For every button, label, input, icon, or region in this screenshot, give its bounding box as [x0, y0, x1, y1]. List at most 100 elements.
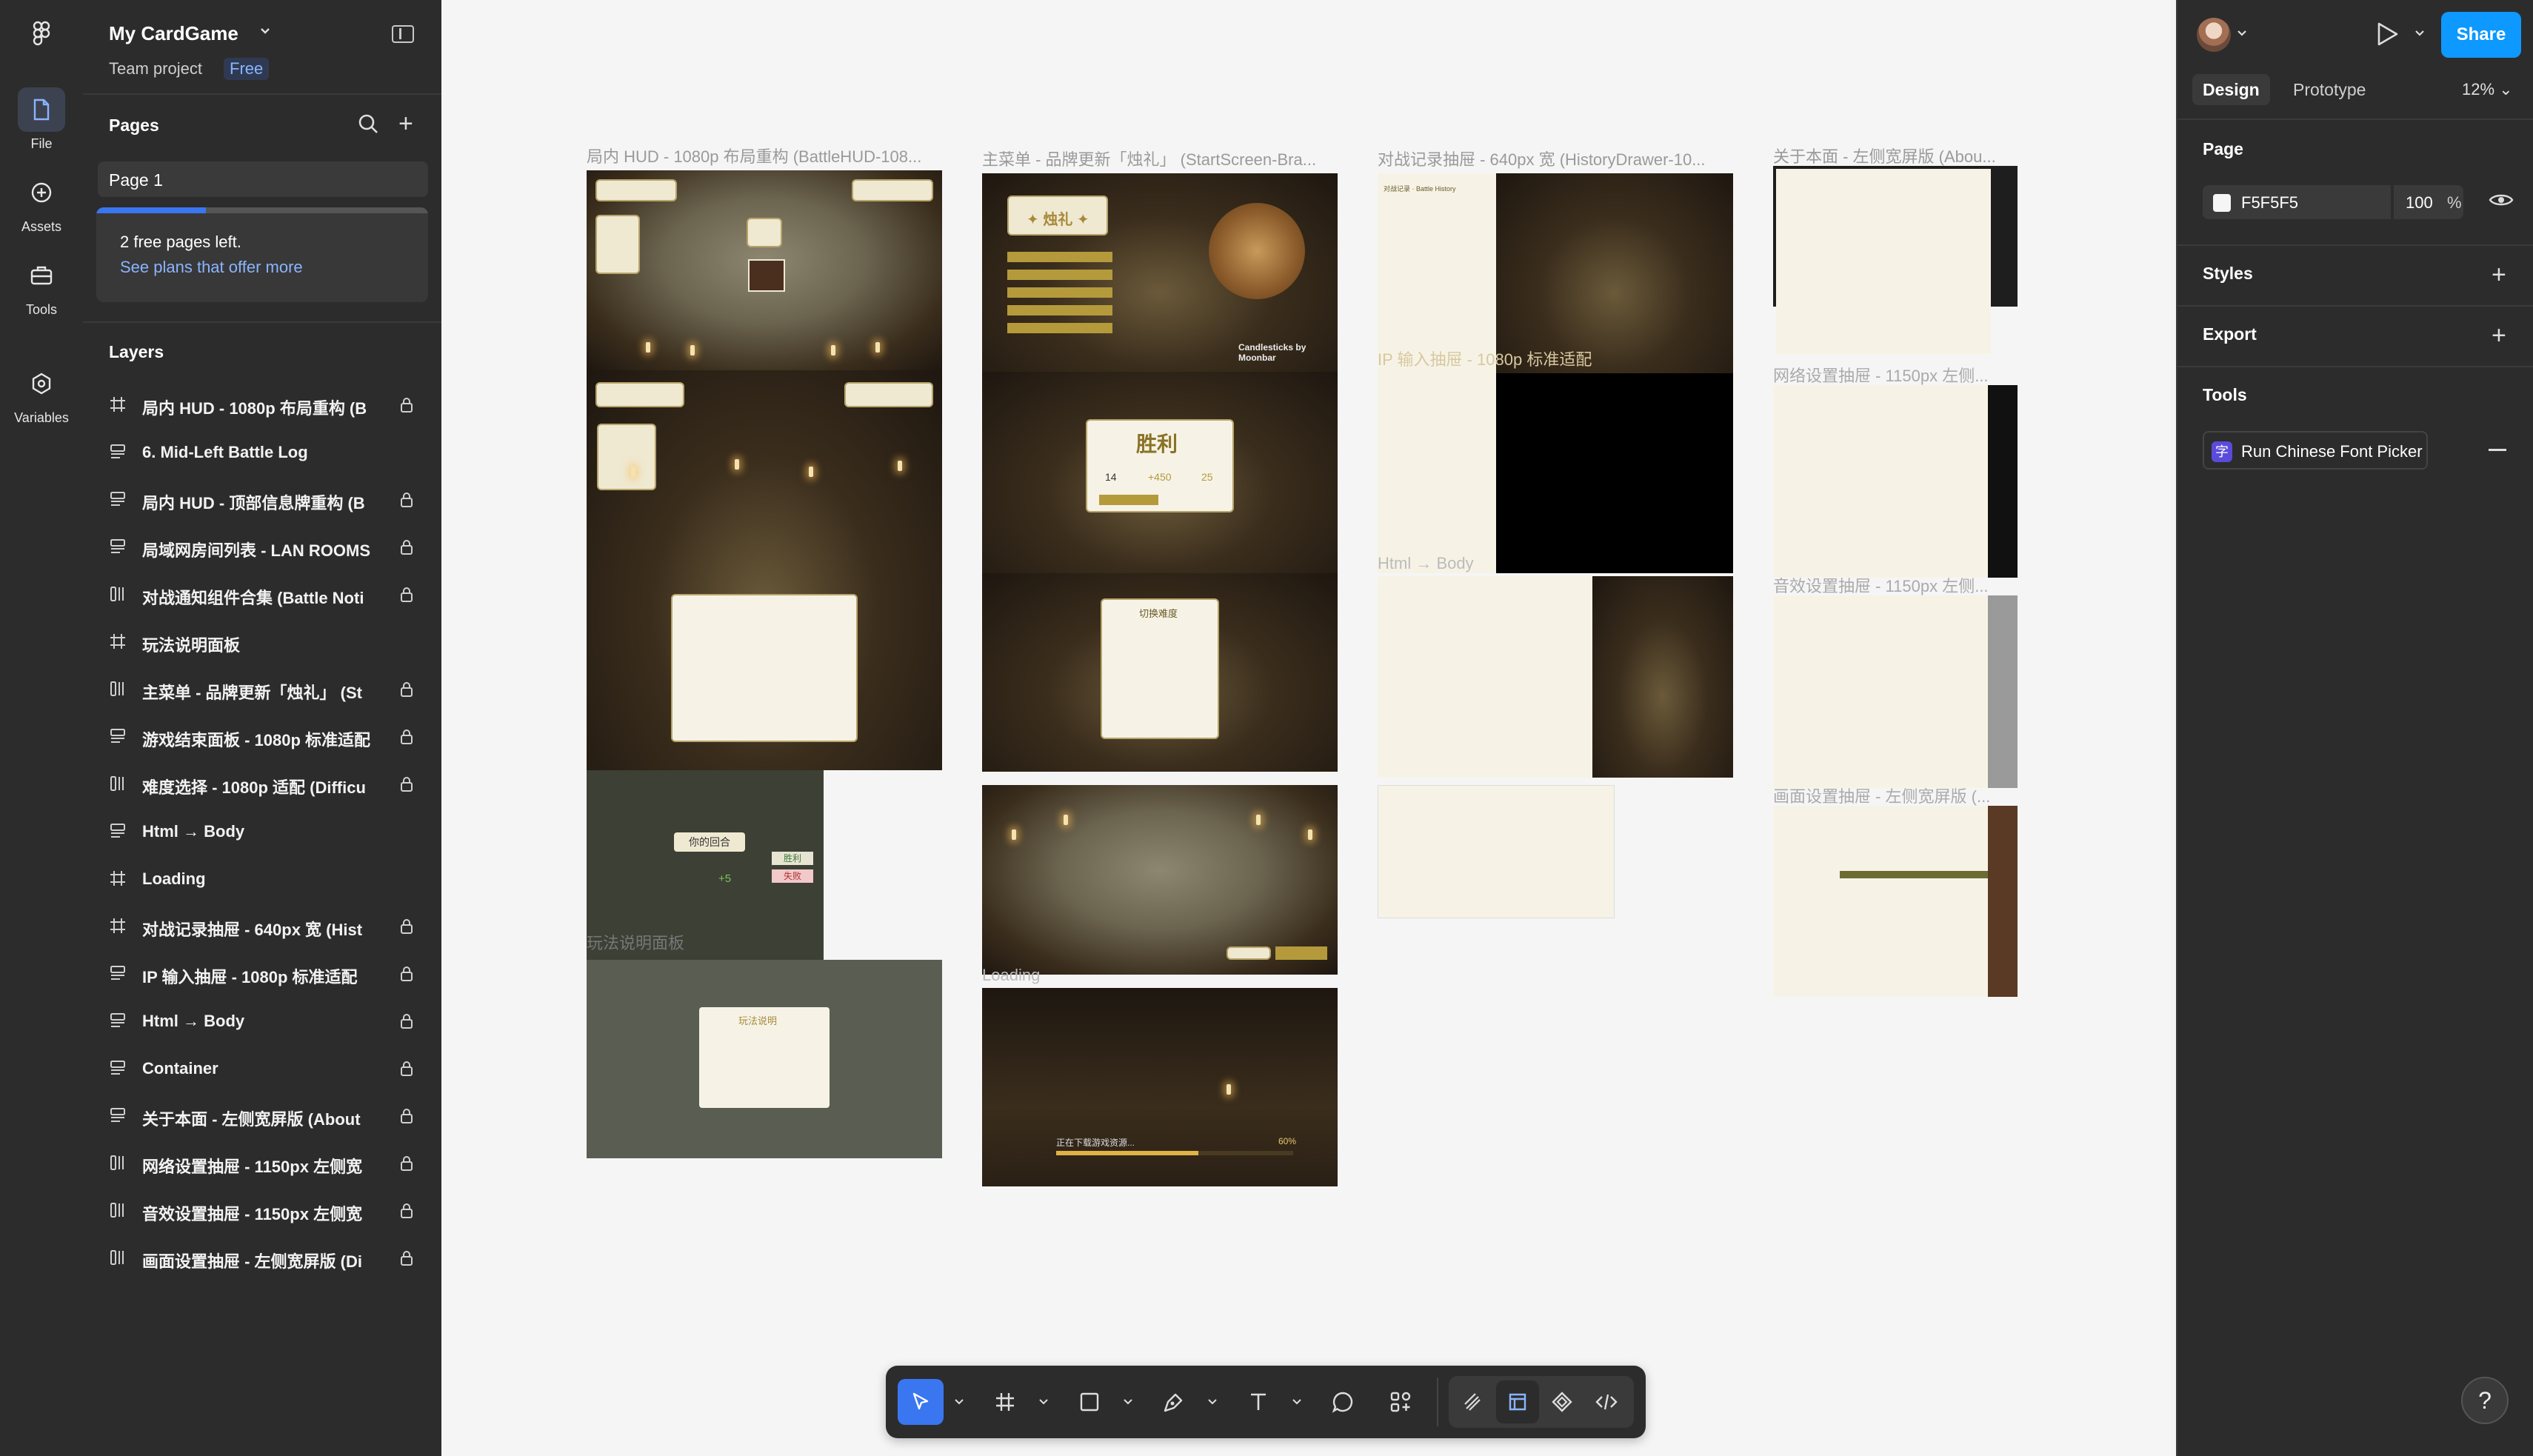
- lock-icon[interactable]: [400, 1013, 413, 1033]
- layer-item[interactable]: 对战记录抽屉 - 640px 宽 (Hist: [109, 911, 435, 941]
- frame-settings-table[interactable]: [1378, 785, 1615, 918]
- shape-tool[interactable]: [1067, 1379, 1112, 1425]
- lock-icon[interactable]: [400, 1155, 413, 1175]
- chevron-down-icon[interactable]: [1038, 1398, 1049, 1406]
- layer-item[interactable]: Container: [109, 1053, 435, 1083]
- tab-design[interactable]: Design: [2192, 74, 2270, 105]
- layer-item[interactable]: 主菜单 - 品牌更新「烛礼」 (St: [109, 674, 435, 704]
- sidebar-toggle-icon[interactable]: [392, 25, 414, 43]
- pen-tool[interactable]: [1151, 1379, 1197, 1425]
- plan-badge[interactable]: Free: [224, 58, 270, 80]
- frame-label[interactable]: 网络设置抽屉 - 1150px 左侧...: [1773, 363, 1995, 387]
- layer-item[interactable]: 游戏结束面板 - 1080p 标准适配: [109, 721, 435, 751]
- layer-item[interactable]: 局内 HUD - 1080p 布局重构 (B: [109, 390, 435, 419]
- see-plans-link[interactable]: See plans that offer more: [120, 258, 303, 277]
- lock-icon[interactable]: [400, 587, 413, 607]
- layer-item[interactable]: 音效设置抽屉 - 1150px 左侧宽: [109, 1195, 435, 1225]
- layer-item[interactable]: Html → Body: [109, 816, 435, 846]
- layer-item[interactable]: 画面设置抽屉 - 左侧宽屏版 (Di: [109, 1243, 435, 1272]
- chevron-down-icon[interactable]: [2237, 30, 2247, 37]
- frame-history-drawer[interactable]: 对战记录 · Battle History: [1378, 173, 1733, 573]
- chevron-down-icon[interactable]: [1292, 1398, 1302, 1406]
- zoom-level[interactable]: 12% ⌄: [2462, 80, 2513, 99]
- frame-label[interactable]: 画面设置抽屉 - 左侧宽屏版 (...: [1773, 784, 1995, 807]
- help-button[interactable]: ?: [2461, 1377, 2509, 1424]
- dev-mode[interactable]: [1585, 1380, 1628, 1423]
- lock-icon[interactable]: [400, 1203, 413, 1223]
- tab-prototype[interactable]: Prototype: [2283, 74, 2376, 105]
- eye-icon[interactable]: [2489, 191, 2514, 209]
- share-button[interactable]: Share: [2441, 12, 2521, 58]
- frame-loading[interactable]: 正在下载游戏资源... 60%: [982, 988, 1338, 1186]
- plugin-run-button[interactable]: 字 Run Chinese Font Picker: [2203, 431, 2428, 470]
- frame-container[interactable]: [1378, 576, 1733, 778]
- lock-icon[interactable]: [400, 1061, 413, 1081]
- resources-tool[interactable]: [1378, 1379, 1424, 1425]
- frame-label[interactable]: Loading: [982, 966, 1101, 985]
- frame-label[interactable]: IP 输入抽屉 - 1080p 标准适配: [1378, 347, 1689, 370]
- frame-about[interactable]: [1773, 166, 2018, 369]
- present-play-icon[interactable]: [2375, 21, 2400, 47]
- frame-label[interactable]: 局内 HUD - 1080p 布局重构 (BattleHUD-108...: [587, 144, 944, 167]
- lock-icon[interactable]: [400, 1108, 413, 1128]
- layer-item[interactable]: IP 输入抽屉 - 1080p 标准适配: [109, 958, 435, 988]
- frame-label[interactable]: 关于本面 - 左侧宽屏版 (Abou...: [1773, 144, 2018, 167]
- add-page-icon[interactable]: +: [398, 111, 413, 136]
- layer-item[interactable]: 局域网房间列表 - LAN ROOMS: [109, 532, 435, 561]
- lock-icon[interactable]: [400, 539, 413, 559]
- text-tool[interactable]: [1235, 1379, 1281, 1425]
- design-mode[interactable]: [1496, 1380, 1539, 1423]
- frame-label[interactable]: 对战记录抽屉 - 640px 宽 (HistoryDrawer-10...: [1378, 147, 1735, 170]
- project-title[interactable]: My CardGame: [109, 22, 238, 45]
- layer-item[interactable]: 玩法说明面板: [109, 627, 435, 656]
- project-subtitle[interactable]: Team project: [109, 59, 202, 79]
- chevron-down-icon[interactable]: [1123, 1398, 1133, 1406]
- move-tool[interactable]: [898, 1379, 944, 1425]
- avatar[interactable]: [2197, 18, 2231, 52]
- lock-icon[interactable]: [400, 681, 413, 701]
- lock-icon[interactable]: [400, 492, 413, 512]
- frame-label[interactable]: 主菜单 - 品牌更新「烛礼」 (StartScreen-Bra...: [982, 147, 1339, 170]
- rail-file[interactable]: File: [0, 87, 83, 152]
- layer-item[interactable]: 难度选择 - 1080p 适配 (Difficu: [109, 769, 435, 798]
- frame-hud-top-cards[interactable]: [587, 370, 942, 770]
- frame-label[interactable]: 玩法说明面板: [587, 930, 735, 954]
- chevron-down-icon[interactable]: [1207, 1398, 1218, 1406]
- canvas[interactable]: 局内 HUD - 1080p 布局重构 (BattleHUD-108... 主菜…: [441, 0, 2176, 1456]
- layer-item[interactable]: 网络设置抽屉 - 1150px 左侧宽: [109, 1148, 435, 1178]
- chevron-down-icon[interactable]: [954, 1398, 964, 1406]
- layer-item[interactable]: Html → Body: [109, 1006, 435, 1035]
- layer-item[interactable]: Loading: [109, 864, 435, 893]
- frame-tool[interactable]: [982, 1379, 1028, 1425]
- lock-icon[interactable]: [400, 397, 413, 417]
- frame-rules-panel[interactable]: 玩法说明: [587, 960, 942, 1158]
- page-color-field[interactable]: F5F5F5: [2203, 185, 2391, 219]
- layer-item[interactable]: 关于本面 - 左侧宽屏版 (About: [109, 1101, 435, 1130]
- component-mode[interactable]: [1541, 1380, 1583, 1423]
- add-export-icon[interactable]: +: [2492, 323, 2506, 348]
- lock-icon[interactable]: [400, 918, 413, 938]
- rail-tools[interactable]: Tools: [0, 253, 83, 318]
- layer-item[interactable]: 对战通知组件合集 (Battle Noti: [109, 579, 435, 609]
- remove-plugin-icon[interactable]: [2489, 449, 2506, 451]
- chevron-down-icon[interactable]: [2414, 30, 2425, 37]
- lock-icon[interactable]: [400, 776, 413, 796]
- rail-variables[interactable]: Variables: [0, 361, 83, 426]
- frame-label[interactable]: Html → Body: [1378, 554, 1526, 573]
- lock-icon[interactable]: [400, 729, 413, 749]
- rail-assets[interactable]: Assets: [0, 170, 83, 235]
- figma-logo-icon[interactable]: [28, 21, 55, 47]
- layer-item[interactable]: 局内 HUD - 顶部信息牌重构 (B: [109, 484, 435, 514]
- frame-audio[interactable]: [1773, 595, 2018, 788]
- search-icon[interactable]: [357, 113, 379, 135]
- frame-network[interactable]: [1773, 385, 2018, 578]
- frame-label[interactable]: 音效设置抽屉 - 1150px 左侧...: [1773, 573, 1995, 597]
- chevron-down-icon[interactable]: [259, 27, 271, 36]
- add-style-icon[interactable]: +: [2492, 262, 2506, 287]
- lock-icon[interactable]: [400, 966, 413, 986]
- layer-item[interactable]: 6. Mid-Left Battle Log: [109, 437, 435, 467]
- frame-battle-hud[interactable]: [587, 170, 942, 370]
- frame-difficulty[interactable]: 切换难度: [982, 573, 1338, 772]
- frame-main-menu[interactable]: ✦ 烛礼 ✦ Candlesticks by Moonbar: [982, 173, 1338, 372]
- page-opacity-field[interactable]: 100 %: [2394, 185, 2463, 219]
